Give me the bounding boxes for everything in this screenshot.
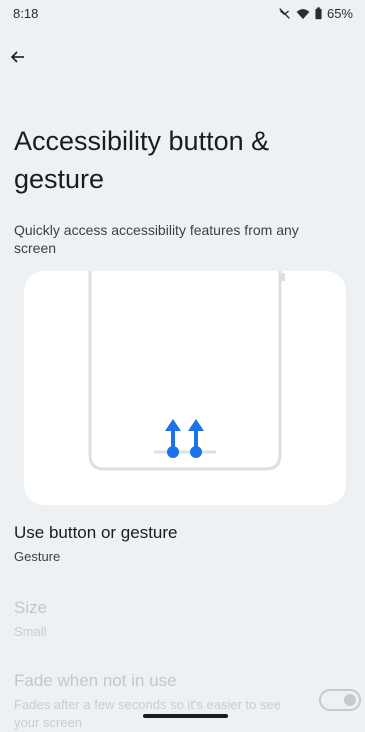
page-title: Accessibility button & gesture bbox=[14, 126, 270, 194]
status-icons: 65% bbox=[278, 6, 353, 21]
status-time: 8:18 bbox=[13, 6, 39, 21]
back-button[interactable] bbox=[6, 47, 30, 71]
size-setting[interactable]: Size Small bbox=[14, 597, 354, 641]
gesture-illustration bbox=[24, 271, 346, 505]
gesture-nav-handle[interactable] bbox=[143, 714, 228, 718]
back-arrow-icon bbox=[10, 49, 26, 70]
toggle-knob bbox=[344, 694, 356, 706]
battery-percent: 65% bbox=[326, 6, 353, 21]
setting-summary: Gesture bbox=[14, 549, 61, 564]
setting-title: Fade when not in use bbox=[14, 671, 177, 690]
fade-when-not-in-use-setting[interactable]: Fade when not in use Fades after a few s… bbox=[14, 670, 304, 732]
setting-summary: Small bbox=[14, 624, 47, 639]
page-subtitle: Quickly access accessibility features fr… bbox=[14, 222, 299, 256]
setting-title: Use button or gesture bbox=[14, 523, 178, 542]
do-not-disturb-icon bbox=[278, 7, 291, 20]
setting-title: Size bbox=[14, 598, 48, 617]
fade-toggle-switch[interactable] bbox=[319, 689, 361, 711]
battery-icon bbox=[315, 7, 322, 20]
two-finger-swipe-up-icon bbox=[88, 271, 285, 471]
status-bar: 8:18 65% bbox=[0, 0, 365, 28]
wifi-icon bbox=[296, 8, 310, 20]
use-button-or-gesture-setting[interactable]: Use button or gesture Gesture bbox=[14, 522, 354, 566]
